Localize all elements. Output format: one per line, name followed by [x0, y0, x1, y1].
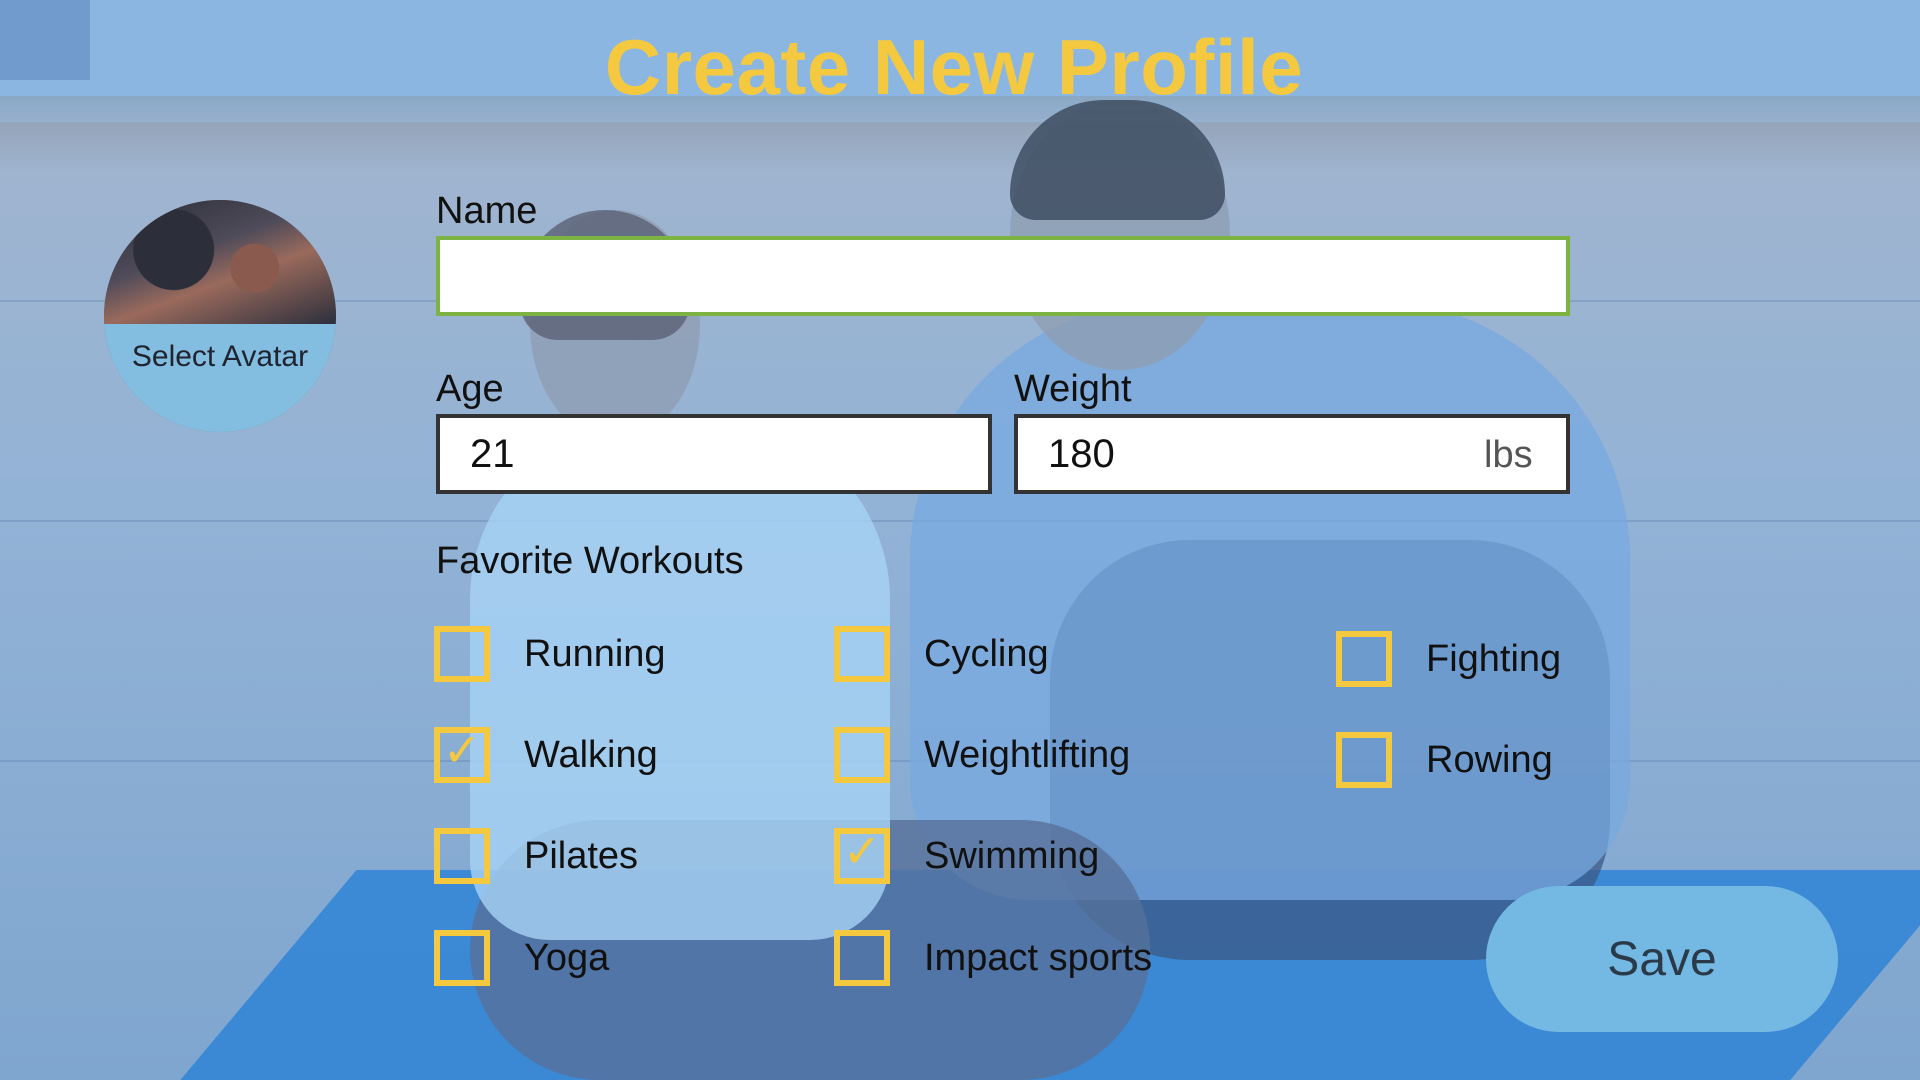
- checkbox-label: Walking: [524, 734, 658, 776]
- checkbox[interactable]: [834, 727, 890, 783]
- checkbox-label: Swimming: [924, 835, 1100, 877]
- checkmark-icon: ✓: [442, 724, 482, 776]
- checkbox-label: Running: [524, 633, 666, 675]
- weight-label: Weight: [1014, 368, 1132, 410]
- avatar-label: Select Avatar: [131, 340, 309, 373]
- workout-checkbox-weightlifting[interactable]: Weightlifting: [834, 727, 1234, 783]
- checkbox[interactable]: [434, 626, 490, 682]
- page-title: Create New Profile: [604, 23, 1304, 111]
- workout-checkbox-yoga[interactable]: Yoga: [434, 930, 754, 986]
- checkbox[interactable]: [834, 930, 890, 986]
- workout-checkbox-swimming[interactable]: ✓ Swimming: [834, 825, 1234, 884]
- checkbox-label: Rowing: [1426, 739, 1553, 781]
- checkbox[interactable]: [434, 828, 490, 884]
- checkbox[interactable]: [1336, 732, 1392, 788]
- create-profile-screen: Create New Profile Select Avatar Name Ag…: [0, 0, 1920, 1080]
- background-floor-line: [0, 520, 1920, 522]
- background-person-head: [1010, 100, 1230, 370]
- checkbox-label: Weightlifting: [924, 734, 1131, 776]
- avatar-image: [104, 200, 336, 324]
- workout-checkbox-cycling[interactable]: Cycling: [834, 626, 1234, 682]
- age-label: Age: [436, 368, 504, 410]
- workout-checkbox-fighting[interactable]: Fighting: [1336, 631, 1596, 687]
- checkbox[interactable]: [434, 930, 490, 986]
- weight-unit: lbs: [1484, 434, 1533, 476]
- workout-checkbox-walking[interactable]: ✓ Walking: [434, 724, 754, 783]
- background-person-hair: [1010, 100, 1225, 220]
- checkbox-label: Yoga: [524, 937, 610, 979]
- workout-checkbox-rowing[interactable]: Rowing: [1336, 732, 1596, 788]
- checkbox-label: Pilates: [524, 835, 639, 877]
- favorite-workouts-label: Favorite Workouts: [436, 540, 744, 582]
- checkbox-label: Fighting: [1426, 638, 1562, 680]
- workout-checkbox-pilates[interactable]: Pilates: [434, 828, 754, 884]
- workout-checkbox-running[interactable]: Running: [434, 626, 754, 682]
- checkbox-label: Impact sports: [924, 937, 1153, 979]
- select-avatar-button[interactable]: Select Avatar: [104, 200, 336, 432]
- checkbox[interactable]: [1336, 631, 1392, 687]
- name-input[interactable]: [436, 236, 1570, 316]
- checkbox[interactable]: [834, 626, 890, 682]
- save-button[interactable]: Save: [1486, 886, 1838, 1032]
- checkmark-icon: ✓: [842, 825, 882, 877]
- checkbox-label: Cycling: [924, 633, 1049, 675]
- age-input[interactable]: [436, 414, 992, 494]
- workout-checkbox-impact-sports[interactable]: Impact sports: [834, 930, 1234, 986]
- name-label: Name: [436, 190, 538, 232]
